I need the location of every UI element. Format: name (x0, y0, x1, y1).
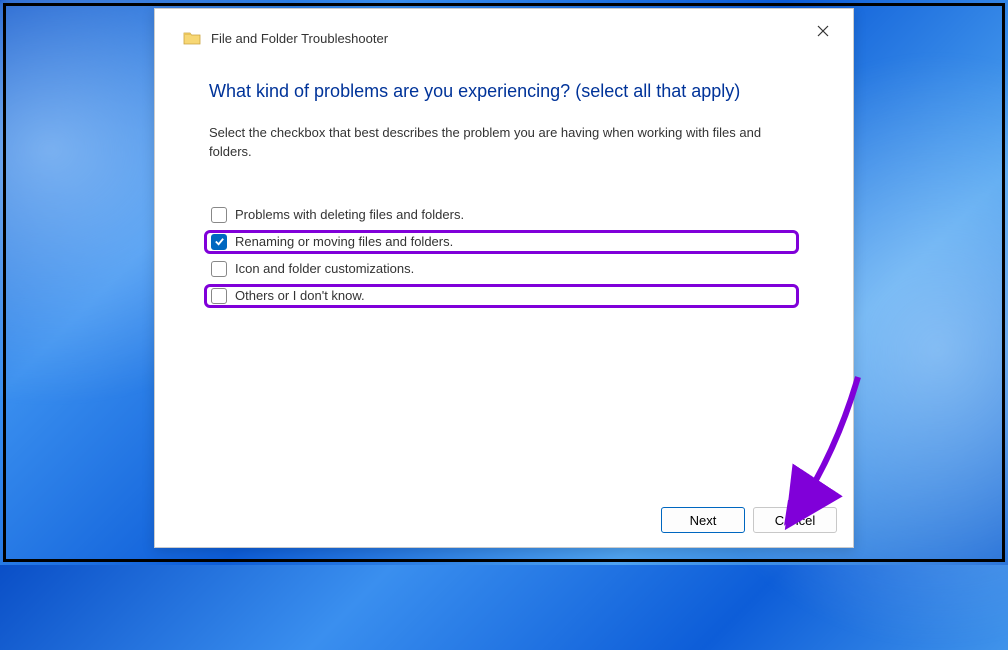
checkmark-icon (214, 236, 225, 247)
option-icon-customizations[interactable]: Icon and folder customizations. (205, 258, 799, 280)
folder-icon (183, 29, 201, 47)
next-button[interactable]: Next (661, 507, 745, 533)
option-delete-problems[interactable]: Problems with deleting files and folders… (205, 204, 799, 226)
button-label: Cancel (775, 513, 815, 528)
option-rename-move[interactable]: Renaming or moving files and folders. (204, 230, 799, 254)
checkbox[interactable] (211, 207, 227, 223)
dialog-body: What kind of problems are you experienci… (155, 53, 853, 493)
titlebar: File and Folder Troubleshooter (155, 9, 853, 53)
cancel-button[interactable]: Cancel (753, 507, 837, 533)
window-title: File and Folder Troubleshooter (211, 31, 801, 46)
checkbox[interactable] (211, 288, 227, 304)
options-list: Problems with deleting files and folders… (205, 204, 799, 308)
option-label: Icon and folder customizations. (235, 261, 414, 276)
option-label: Renaming or moving files and folders. (235, 234, 453, 249)
option-label: Others or I don't know. (235, 288, 365, 303)
page-heading: What kind of problems are you experienci… (209, 81, 799, 102)
checkbox[interactable] (211, 261, 227, 277)
option-label: Problems with deleting files and folders… (235, 207, 464, 222)
option-others[interactable]: Others or I don't know. (204, 284, 799, 308)
troubleshooter-dialog: File and Folder Troubleshooter What kind… (154, 8, 854, 548)
checkbox[interactable] (211, 234, 227, 250)
close-button[interactable] (801, 15, 845, 47)
page-subtext: Select the checkbox that best describes … (209, 124, 799, 162)
button-label: Next (690, 513, 717, 528)
dialog-footer: Next Cancel (155, 493, 853, 547)
close-icon (817, 25, 829, 37)
